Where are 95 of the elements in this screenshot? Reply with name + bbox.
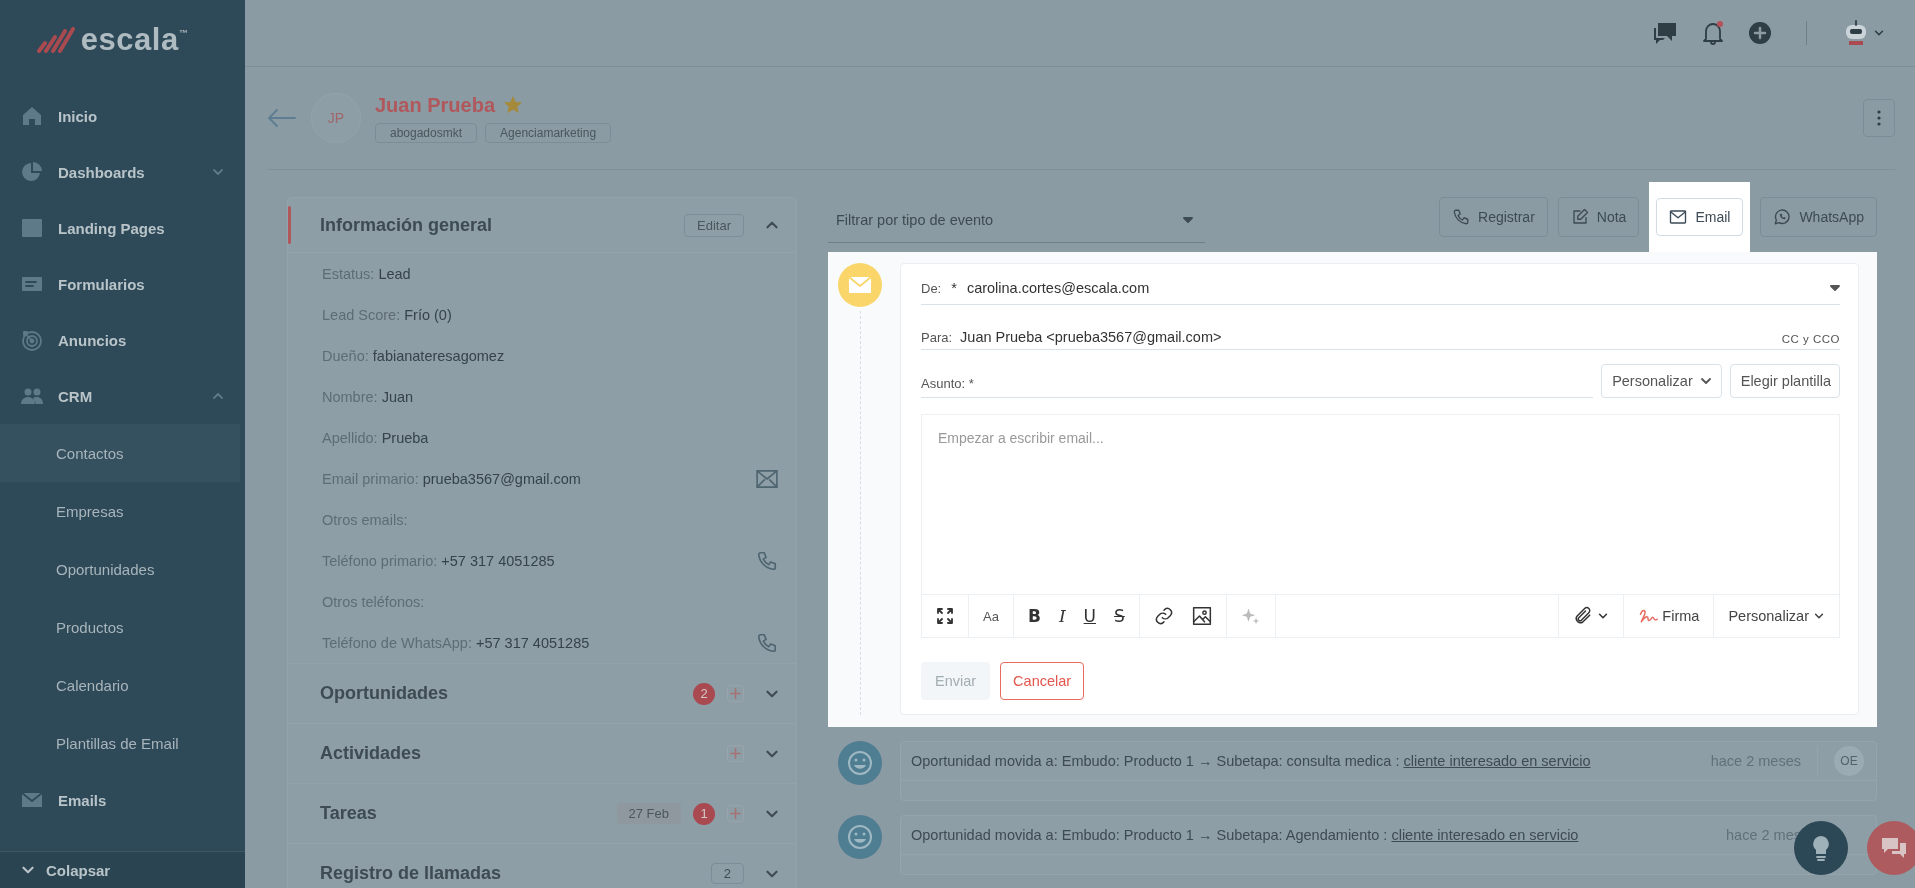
field-value: Prueba: [381, 429, 430, 446]
sidebar-item[interactable]: Dashboards: [0, 144, 245, 200]
collapse-button[interactable]: Colapsar: [0, 851, 245, 888]
cancel-button[interactable]: Cancelar: [1000, 662, 1085, 700]
action-tab[interactable]: WhatsApp: [1760, 197, 1877, 237]
kebab-icon: [1877, 110, 1881, 126]
opportunity-link[interactable]: cliente interesado en servicio: [1391, 827, 1579, 843]
personalize-dropdown[interactable]: Personalizar: [1720, 600, 1833, 632]
field-value: Frío (0): [404, 306, 453, 323]
personalize-dropdown[interactable]: Personalizar: [1601, 364, 1722, 398]
phone-icon[interactable]: [756, 549, 778, 572]
section-title: Información general: [320, 214, 494, 236]
sidebar-item[interactable]: Productos: [0, 598, 245, 656]
bell-icon[interactable]: [1702, 21, 1724, 45]
image-icon: [1191, 606, 1212, 626]
plus-icon: [730, 688, 741, 699]
envelope-icon: [848, 275, 872, 295]
sidebar-item[interactable]: Inicio: [0, 88, 245, 144]
phone-icon: [1452, 208, 1470, 226]
event-description: Oportunidad movida a: Embudo: Producto 1 → Subetapa: consulta medica : cliente interesado en servicio: [911, 753, 1592, 769]
event-description: Oportunidad movida a: Embudo: Producto 1 → Subetapa: Agendamiento : cliente interesado en servicio: [911, 827, 1580, 843]
envelope-icon: [1669, 208, 1688, 226]
due-date-chip: 27 Feb: [616, 803, 681, 824]
expand-icon: [936, 607, 954, 625]
section-title: Registro de llamadas: [320, 863, 503, 884]
choose-template-button[interactable]: Elegir plantilla: [1729, 364, 1840, 398]
note-icon: [1570, 208, 1589, 226]
star-icon: [503, 95, 524, 115]
field-value: Juan: [381, 388, 415, 405]
format-button[interactable]: B: [1019, 600, 1049, 632]
recipient-field[interactable]: Para: Juan Prueba <prueba3567@gmail.com> CC y CCO: [921, 313, 1840, 350]
plus-circle-icon[interactable]: [1748, 21, 1772, 45]
sidebar-item[interactable]: Empresas: [0, 482, 245, 540]
section-title: Actividades: [320, 743, 423, 764]
sender-field[interactable]: De: * carolina.cortes@escala.com: [921, 272, 1840, 305]
sidebar-item[interactable]: Formularios: [0, 256, 245, 312]
sidebar-item[interactable]: Anuncios: [0, 312, 245, 368]
action-tab[interactable]: Registrar: [1439, 197, 1548, 237]
font-size-button[interactable]: Aa: [975, 600, 1007, 632]
chat-icon: [1880, 836, 1908, 860]
contact-name: Juan Prueba: [375, 93, 496, 117]
sidebar-item[interactable]: Landing Pages: [0, 200, 245, 256]
link-icon: [1153, 606, 1174, 626]
chat-button[interactable]: [1867, 821, 1915, 875]
format-button[interactable]: I: [1050, 600, 1074, 632]
call-count: 2: [710, 863, 744, 884]
plus-icon: [730, 808, 741, 819]
caret-down-icon: [1830, 285, 1840, 291]
tag: abogadosmkt: [375, 122, 478, 143]
lightbulb-icon: [1810, 835, 1832, 861]
smiley-icon: [838, 741, 882, 785]
opportunity-link[interactable]: cliente interesado en servicio: [1403, 753, 1591, 769]
logo-text: escala$^{™}$: [80, 22, 189, 58]
user-avatar: OE: [1834, 746, 1864, 776]
format-button[interactable]: S: [1106, 600, 1133, 632]
home-icon: [20, 104, 44, 128]
field-value: +57 317 4051285: [441, 552, 556, 569]
target-icon: [20, 328, 44, 352]
phone-icon[interactable]: [756, 631, 778, 654]
smiley-icon: [838, 815, 882, 859]
sidebar-item[interactable]: Oportunidades: [0, 540, 245, 598]
tag: Agenciamarketing: [485, 122, 612, 143]
sidebar-item[interactable]: Calendario: [0, 656, 245, 714]
email-body-field[interactable]: Empezar a escribir email...: [922, 415, 1839, 594]
event-filter-dropdown[interactable]: Filtrar por tipo de evento: [828, 197, 1205, 243]
caret-down-icon: [1183, 216, 1193, 223]
signature-icon: [1638, 607, 1659, 625]
whatsapp-icon: [1773, 208, 1792, 226]
plus-icon: [730, 748, 741, 759]
field-value: fabianateresagomez: [372, 347, 506, 364]
sidebar-item[interactable]: Contactos: [0, 424, 240, 482]
page-icon: [20, 216, 44, 240]
field-value: +57 317 4051285: [475, 634, 591, 651]
sparkle-icon: [1240, 606, 1261, 626]
sidebar-item[interactable]: Emails: [0, 772, 245, 828]
contact-avatar: JP: [311, 93, 361, 143]
section-title: Oportunidades: [320, 683, 449, 704]
field-value: Lead: [378, 265, 412, 282]
logo-icon: [36, 27, 75, 53]
envelope-icon[interactable]: [756, 469, 778, 488]
pie-chart-icon: [20, 160, 44, 184]
count-badge: 2: [693, 682, 715, 705]
signature-button[interactable]: Firma: [1630, 600, 1708, 632]
edit-button[interactable]: Editar: [684, 213, 744, 237]
sidebar-item[interactable]: CRM: [0, 368, 245, 424]
action-tab[interactable]: Email: [1656, 198, 1744, 236]
field-value: prueba3567@gmail.com: [422, 470, 582, 487]
subject-field[interactable]: Asunto: *: [921, 364, 1594, 398]
chat-bubbles-icon[interactable]: [1652, 21, 1678, 45]
section-accent: [288, 206, 291, 244]
section-title: Tareas: [320, 803, 378, 824]
sidebar-item[interactable]: Plantillas de Email: [0, 714, 245, 772]
count-badge: 1: [693, 802, 715, 825]
format-button[interactable]: U: [1075, 600, 1105, 632]
action-tab[interactable]: Nota: [1557, 197, 1640, 237]
